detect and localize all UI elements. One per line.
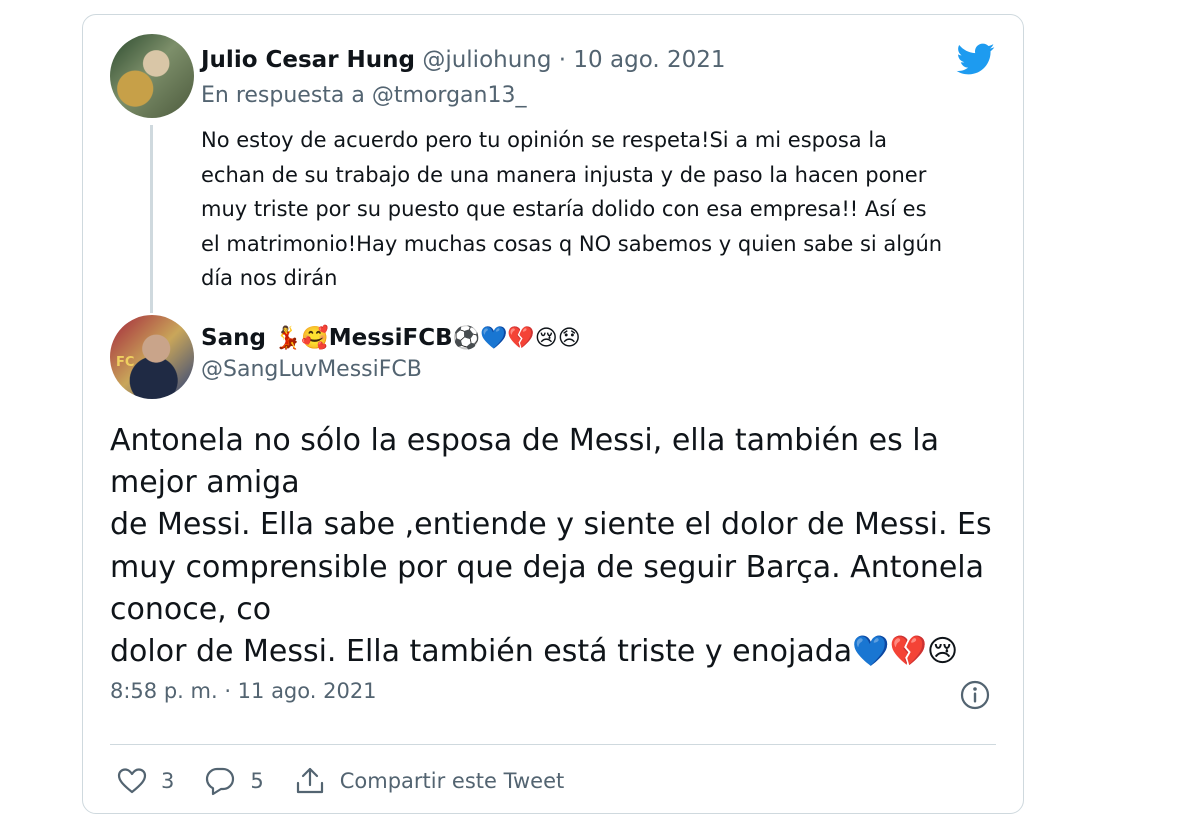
quoted-author-handle[interactable]: @juliohung (422, 47, 551, 73)
author-name-prefix: Sang (201, 325, 266, 351)
like-count: 3 (161, 769, 175, 793)
reply-count: 5 (250, 769, 264, 793)
main-author-name[interactable]: Sang 💃🥰MessiFCB⚽💙💔😢😞 (201, 320, 581, 357)
thread-connector-line (150, 125, 153, 313)
avatar-sangluvmessifcb[interactable]: FC (110, 315, 194, 399)
author-name-emoji-2: ⚽💙💔😢😞 (452, 326, 581, 351)
author-name-emoji-1: 💃🥰 (273, 326, 329, 351)
actions-divider (110, 744, 996, 745)
reply-bubble-icon (206, 767, 235, 796)
share-label: Compartir este Tweet (339, 769, 565, 793)
reply-prefix: En respuesta a (201, 83, 372, 108)
info-icon[interactable] (959, 679, 991, 711)
avatar-juliohung[interactable] (110, 34, 194, 118)
quoted-author-name[interactable]: Julio Cesar Hung (201, 47, 415, 73)
quoted-tweet-text: No estoy de acuerdo pero tu opinión se r… (201, 128, 943, 290)
quoted-tweet-date[interactable]: 10 ago. 2021 (573, 47, 725, 73)
share-tweet-button[interactable]: Compartir este Tweet (294, 766, 564, 796)
avatar-fc-mark: FC (116, 355, 135, 370)
quoted-tweet-header: Julio Cesar Hung @juliohung · 10 ago. 20… (201, 45, 726, 75)
main-author-handle[interactable]: @SangLuvMessiFCB (201, 357, 422, 382)
main-tweet-text: Antonela no sólo la esposa de Messi, ell… (110, 423, 992, 670)
share-icon (296, 767, 323, 794)
like-button[interactable]: 3 (117, 767, 174, 795)
embedded-tweet-card[interactable]: Julio Cesar Hung @juliohung · 10 ago. 20… (82, 14, 1024, 814)
heart-icon (117, 768, 147, 794)
tweet-actions-bar: 3 5 Compartir este Tweet (117, 753, 594, 809)
reply-context: En respuesta a @tmorgan13_ (201, 83, 526, 108)
author-name-core: MessiFCB (328, 325, 453, 351)
tweet-timestamp[interactable]: 8:58 p. m. · 11 ago. 2021 (110, 679, 377, 703)
reply-button[interactable]: 5 (204, 766, 264, 796)
twitter-bird-icon[interactable] (953, 39, 997, 79)
reply-handle-link[interactable]: @tmorgan13_ (372, 83, 527, 108)
header-separator: · (551, 47, 574, 73)
